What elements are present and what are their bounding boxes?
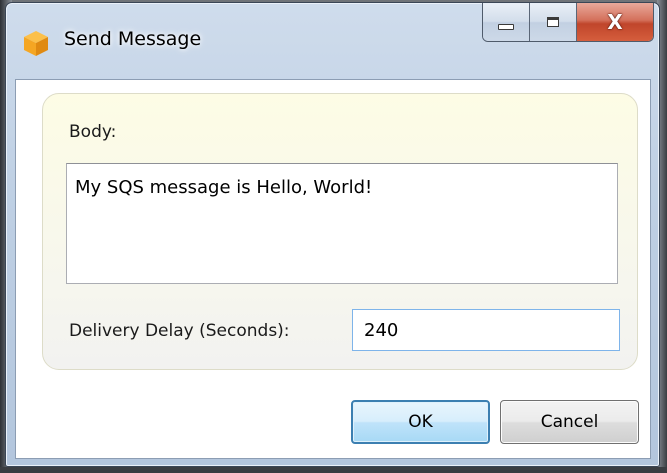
minimize-icon: [498, 24, 514, 30]
body-textarea[interactable]: My SQS message is Hello, World!: [66, 163, 618, 284]
close-icon: X: [607, 10, 623, 34]
caption-buttons: X: [482, 3, 654, 42]
message-panel: Body: My SQS message is Hello, World! De…: [42, 93, 638, 370]
cancel-button[interactable]: Cancel: [500, 400, 639, 444]
minimize-button[interactable]: [483, 3, 530, 41]
send-message-dialog: Send Message X Body: My SQS message is H…: [5, 2, 660, 467]
window-title: Send Message: [64, 28, 202, 50]
delivery-delay-label: Delivery Delay (Seconds):: [69, 321, 290, 341]
maximize-icon: [547, 17, 559, 27]
ok-button[interactable]: OK: [351, 400, 490, 444]
amazon-box-icon: [24, 31, 48, 56]
dialog-client-area: Body: My SQS message is Hello, World! De…: [15, 79, 651, 459]
delivery-delay-input[interactable]: 240: [352, 309, 620, 351]
maximize-button[interactable]: [530, 3, 577, 41]
title-bar[interactable]: Send Message X: [6, 3, 659, 79]
close-button[interactable]: X: [577, 3, 653, 41]
desktop-backdrop-bottom: [0, 467, 667, 473]
body-label: Body:: [69, 122, 117, 142]
